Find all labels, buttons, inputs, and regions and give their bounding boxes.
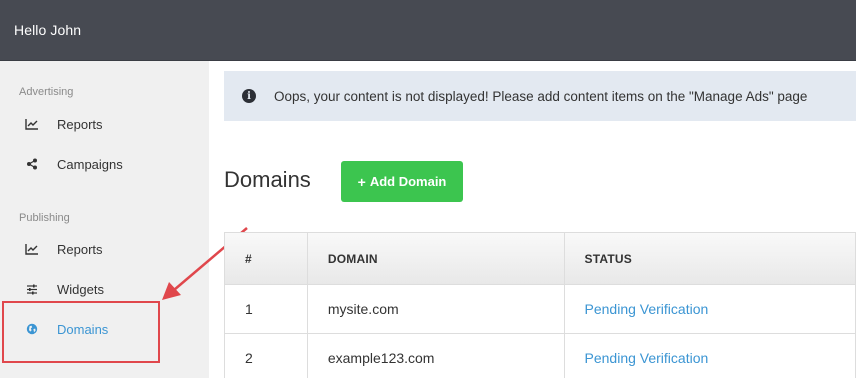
row-domain: mysite.com: [306, 284, 565, 334]
row-number: 1: [224, 284, 308, 334]
column-header-domain[interactable]: DOMAIN: [306, 232, 565, 285]
column-header-number[interactable]: #: [224, 232, 308, 285]
add-domain-button[interactable]: + Add Domain: [341, 161, 463, 202]
add-domain-label: Add Domain: [369, 174, 447, 189]
sidebar-item-label: Domains: [57, 321, 109, 337]
sidebar: Advertising Reports Campaigns Publishing…: [0, 61, 209, 378]
table-row: 2 example123.com Pending Verification: [224, 333, 856, 378]
row-number: 2: [224, 333, 308, 378]
column-header-status[interactable]: STATUS: [563, 232, 856, 285]
line-chart-icon: [22, 243, 42, 255]
row-status-link[interactable]: Pending Verification: [563, 284, 856, 334]
globe-icon: [22, 323, 42, 335]
top-bar: Hello John: [0, 0, 856, 61]
sidebar-item-publishing-reports[interactable]: Reports: [0, 234, 209, 264]
sidebar-section-publishing: Publishing: [19, 212, 70, 224]
sidebar-item-domains[interactable]: Domains: [0, 314, 209, 344]
line-chart-icon: [22, 118, 42, 130]
domains-table: # DOMAIN STATUS 1 mysite.com Pending Ver…: [224, 232, 856, 378]
sidebar-item-widgets[interactable]: Widgets: [0, 274, 209, 304]
sidebar-item-label: Widgets: [57, 281, 104, 297]
info-alert: i Oops, your content is not displayed! P…: [224, 71, 856, 121]
sidebar-item-label: Reports: [57, 116, 103, 132]
sidebar-section-advertising: Advertising: [19, 86, 74, 98]
sidebar-item-label: Reports: [57, 241, 103, 257]
info-icon: i: [242, 89, 256, 103]
row-domain: example123.com: [306, 333, 565, 378]
user-greeting: Hello John: [14, 22, 82, 38]
alert-message: Oops, your content is not displayed! Ple…: [274, 88, 808, 104]
row-status-link[interactable]: Pending Verification: [563, 333, 856, 378]
sidebar-item-advertising-reports[interactable]: Reports: [0, 109, 209, 139]
table-header-row: # DOMAIN STATUS: [224, 232, 856, 285]
page-title: Domains: [224, 167, 311, 192]
table-row: 1 mysite.com Pending Verification: [224, 284, 856, 334]
plus-icon: +: [357, 173, 366, 190]
sliders-icon: [22, 284, 42, 295]
share-icon: [22, 158, 42, 170]
sidebar-item-label: Campaigns: [57, 156, 123, 172]
sidebar-item-campaigns[interactable]: Campaigns: [0, 149, 209, 179]
